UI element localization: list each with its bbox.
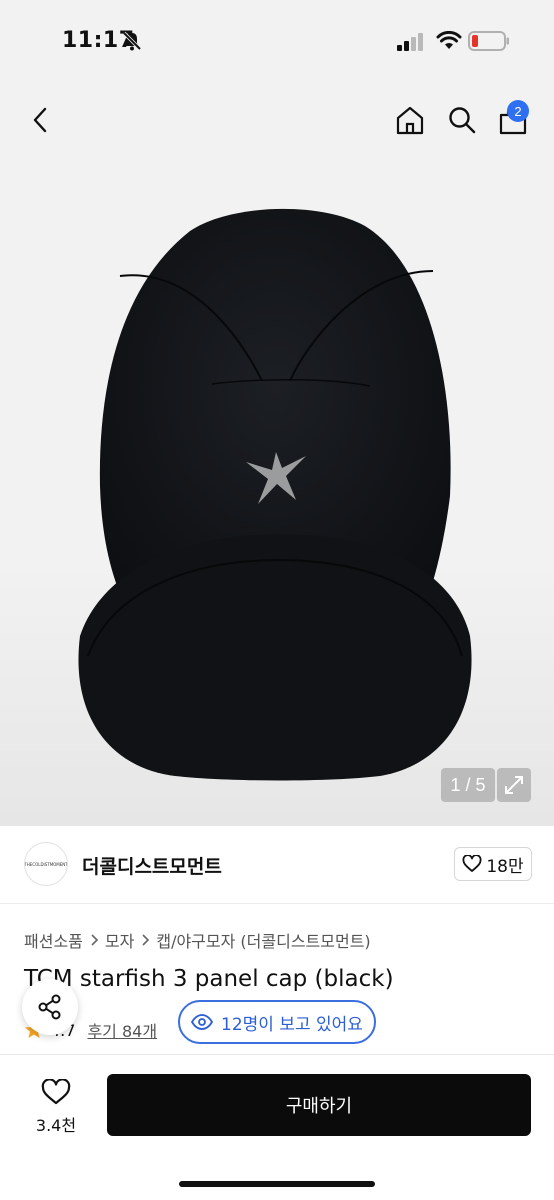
product-image[interactable] — [0, 156, 554, 826]
chevron-right-icon — [91, 934, 99, 946]
search-icon — [449, 107, 476, 134]
product-title: TCM starfish 3 panel cap (black) — [24, 966, 394, 992]
viewers-badge: 12명이 보고 있어요 — [178, 1000, 376, 1044]
breadcrumb-item[interactable]: 모자 — [105, 928, 134, 952]
top-nav — [0, 84, 554, 156]
store-name[interactable]: 더콜디스트모먼트 — [82, 852, 222, 879]
heart-icon — [41, 1078, 71, 1104]
cart-count-badge: 2 — [507, 100, 529, 122]
buy-button[interactable]: 구매하기 — [107, 1074, 531, 1136]
signal-icon — [397, 33, 423, 51]
search-button[interactable] — [442, 98, 482, 142]
share-button[interactable] — [22, 979, 78, 1035]
wishlist-count: 3.4천 — [35, 1115, 77, 1135]
expand-button[interactable] — [497, 768, 531, 802]
home-indicator — [179, 1181, 375, 1187]
home-icon — [396, 106, 424, 135]
expand-icon — [505, 776, 523, 794]
cap-image — [78, 208, 472, 781]
store-logo[interactable]: THECOLDISTMOMENT — [24, 842, 68, 886]
chevron-left-icon — [33, 107, 47, 133]
wishlist-button[interactable]: 3.4천 — [24, 1075, 88, 1139]
store-logo-text: THECOLDISTMOMENT — [24, 861, 68, 867]
store-row: THECOLDISTMOMENT 더콜디스트모먼트 18만 — [0, 826, 554, 904]
breadcrumb-item[interactable]: 캡/야구모자 (더콜디스트모먼트) — [156, 928, 370, 952]
breadcrumb: 패션소품 모자 캡/야구모자 (더콜디스트모먼트) — [24, 928, 371, 952]
chevron-right-icon — [142, 934, 150, 946]
heart-icon — [462, 855, 482, 872]
viewers-text: 12명이 보고 있어요 — [221, 1014, 363, 1035]
bottom-action-bar: 3.4천 구매하기 — [0, 1054, 554, 1200]
store-like-button[interactable]: 18만 — [454, 847, 532, 881]
bell-off-icon — [122, 31, 142, 51]
back-button[interactable] — [22, 98, 58, 142]
image-counter: 1 / 5 — [441, 768, 495, 802]
home-button[interactable] — [390, 98, 430, 142]
share-icon — [38, 994, 61, 1020]
status-bar: 11:17 — [0, 0, 554, 84]
eye-icon — [191, 1014, 214, 1030]
store-like-count: 18만 — [486, 856, 524, 877]
wifi-icon — [436, 31, 462, 49]
battery-icon — [468, 31, 509, 51]
breadcrumb-item[interactable]: 패션소품 — [24, 928, 83, 952]
review-link[interactable]: 후기 84개 — [87, 1018, 157, 1042]
